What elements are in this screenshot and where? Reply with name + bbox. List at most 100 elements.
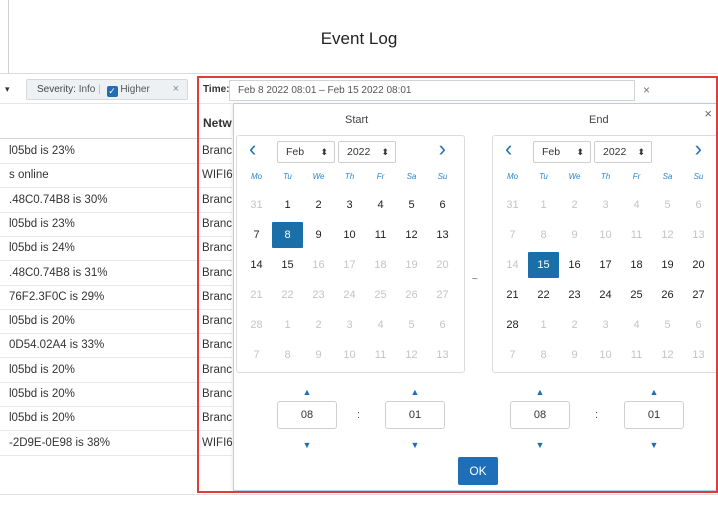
start-day-cell[interactable]: 14 — [241, 252, 272, 278]
start-minute-down-icon[interactable]: ▼ — [405, 440, 425, 450]
start-day-cell[interactable]: 13 — [427, 222, 458, 248]
end-day-cell[interactable]: 6 — [683, 312, 714, 338]
end-day-cell[interactable]: 25 — [621, 282, 652, 308]
end-minute-up-icon[interactable]: ▲ — [644, 387, 664, 397]
end-day-cell[interactable]: 7 — [497, 222, 528, 248]
start-day-cell[interactable]: 7 — [241, 342, 272, 368]
end-day-cell[interactable]: 13 — [683, 342, 714, 368]
end-day-cell[interactable]: 3 — [590, 312, 621, 338]
start-day-cell[interactable]: 19 — [396, 252, 427, 278]
end-month-select[interactable]: Feb ⬍ — [533, 141, 591, 163]
end-day-cell[interactable]: 12 — [652, 222, 683, 248]
end-day-cell[interactable]: 2 — [559, 192, 590, 218]
start-day-cell[interactable]: 23 — [303, 282, 334, 308]
end-day-cell[interactable]: 24 — [590, 282, 621, 308]
ok-button[interactable]: OK — [458, 457, 498, 485]
start-day-cell[interactable]: 4 — [365, 192, 396, 218]
end-day-cell[interactable]: 1 — [528, 312, 559, 338]
start-day-cell[interactable]: 26 — [396, 282, 427, 308]
end-year-select[interactable]: 2022 ⬍ — [594, 141, 652, 163]
end-day-cell[interactable]: 4 — [621, 192, 652, 218]
end-day-cell[interactable]: 28 — [497, 312, 528, 338]
end-day-cell[interactable]: 13 — [683, 222, 714, 248]
end-day-cell[interactable]: 6 — [683, 192, 714, 218]
end-day-cell[interactable]: 3 — [590, 192, 621, 218]
end-day-cell[interactable]: 31 — [497, 192, 528, 218]
network-column-header[interactable]: Netw — [203, 116, 232, 130]
table-row[interactable]: 76F2.3F0C is 29% Branc — [0, 286, 232, 310]
start-day-cell[interactable]: 9 — [303, 222, 334, 248]
end-day-cell[interactable]: 16 — [559, 252, 590, 278]
start-day-cell[interactable]: 3 — [334, 312, 365, 338]
start-day-cell[interactable]: 25 — [365, 282, 396, 308]
caret-down-icon[interactable]: ▾ — [5, 84, 10, 95]
start-hour-down-icon[interactable]: ▼ — [297, 440, 317, 450]
end-hour-down-icon[interactable]: ▼ — [530, 440, 550, 450]
end-day-cell[interactable]: 4 — [621, 312, 652, 338]
start-day-cell[interactable]: 5 — [396, 192, 427, 218]
end-day-cell[interactable]: 9 — [559, 342, 590, 368]
end-day-cell[interactable]: 17 — [590, 252, 621, 278]
severity-filter-chip[interactable]: Severity: Info | ✓ Higher × — [26, 79, 188, 100]
start-day-cell[interactable]: 8 — [272, 222, 303, 248]
table-row[interactable]: .48C0.74B8 is 30% Branc — [0, 189, 232, 213]
start-day-cell[interactable]: 15 — [272, 252, 303, 278]
start-day-cell[interactable]: 12 — [396, 222, 427, 248]
end-day-cell[interactable]: 1 — [528, 192, 559, 218]
start-day-cell[interactable]: 6 — [427, 192, 458, 218]
end-day-cell[interactable]: 7 — [497, 342, 528, 368]
start-day-cell[interactable]: 5 — [396, 312, 427, 338]
start-day-cell[interactable]: 3 — [334, 192, 365, 218]
end-hour-up-icon[interactable]: ▲ — [530, 387, 550, 397]
end-day-cell[interactable]: 5 — [652, 312, 683, 338]
start-day-cell[interactable]: 18 — [365, 252, 396, 278]
end-day-cell[interactable]: 9 — [559, 222, 590, 248]
table-row[interactable]: s online WIFI6 — [0, 164, 233, 189]
end-day-cell[interactable]: 23 — [559, 282, 590, 308]
start-day-cell[interactable]: 31 — [241, 192, 272, 218]
severity-remove-icon[interactable]: × — [173, 80, 179, 99]
end-day-cell[interactable]: 19 — [652, 252, 683, 278]
end-day-cell[interactable]: 5 — [652, 192, 683, 218]
start-day-cell[interactable]: 8 — [272, 342, 303, 368]
table-row[interactable]: l05bd is 20% Branc — [0, 407, 232, 432]
start-day-cell[interactable]: 6 — [427, 312, 458, 338]
end-day-cell[interactable]: 27 — [683, 282, 714, 308]
table-row[interactable]: l05bd is 24% Branc — [0, 237, 232, 262]
start-day-cell[interactable]: 7 — [241, 222, 272, 248]
time-clear-icon[interactable]: × — [643, 83, 650, 97]
start-day-cell[interactable]: 10 — [334, 222, 365, 248]
table-row[interactable]: l05bd is 23% Branc — [0, 213, 232, 237]
end-day-cell[interactable]: 18 — [621, 252, 652, 278]
start-next-month-icon[interactable]: › — [439, 138, 446, 160]
table-row[interactable]: l05bd is 20% Branc — [0, 310, 232, 335]
start-minute-input[interactable]: 01 — [385, 401, 445, 429]
end-hour-input[interactable]: 08 — [510, 401, 570, 429]
end-day-cell[interactable]: 26 — [652, 282, 683, 308]
start-day-cell[interactable]: 11 — [365, 222, 396, 248]
picker-close-icon[interactable]: × — [704, 106, 712, 121]
table-row[interactable]: l05bd is 20% Branc — [0, 383, 232, 407]
start-day-cell[interactable]: 11 — [365, 342, 396, 368]
table-row[interactable]: .48C0.74B8 is 31% Branc — [0, 262, 232, 286]
start-day-cell[interactable]: 27 — [427, 282, 458, 308]
start-day-cell[interactable]: 16 — [303, 252, 334, 278]
start-day-cell[interactable]: 13 — [427, 342, 458, 368]
start-day-cell[interactable]: 21 — [241, 282, 272, 308]
start-day-cell[interactable]: 4 — [365, 312, 396, 338]
start-day-cell[interactable]: 1 — [272, 192, 303, 218]
end-day-cell[interactable]: 14 — [497, 252, 528, 278]
start-prev-month-icon[interactable]: ‹ — [249, 138, 256, 160]
start-day-cell[interactable]: 22 — [272, 282, 303, 308]
higher-checkbox-icon[interactable]: ✓ — [106, 86, 118, 97]
table-row[interactable]: l05bd is 23% Branc — [0, 140, 232, 164]
end-day-cell[interactable]: 21 — [497, 282, 528, 308]
start-day-cell[interactable]: 20 — [427, 252, 458, 278]
end-next-month-icon[interactable]: › — [695, 138, 702, 160]
table-row[interactable]: l05bd is 20% Branc — [0, 359, 232, 383]
end-minute-down-icon[interactable]: ▼ — [644, 440, 664, 450]
start-hour-input[interactable]: 08 — [277, 401, 337, 429]
end-day-cell[interactable]: 11 — [621, 222, 652, 248]
start-minute-up-icon[interactable]: ▲ — [405, 387, 425, 397]
end-day-cell[interactable]: 10 — [590, 222, 621, 248]
